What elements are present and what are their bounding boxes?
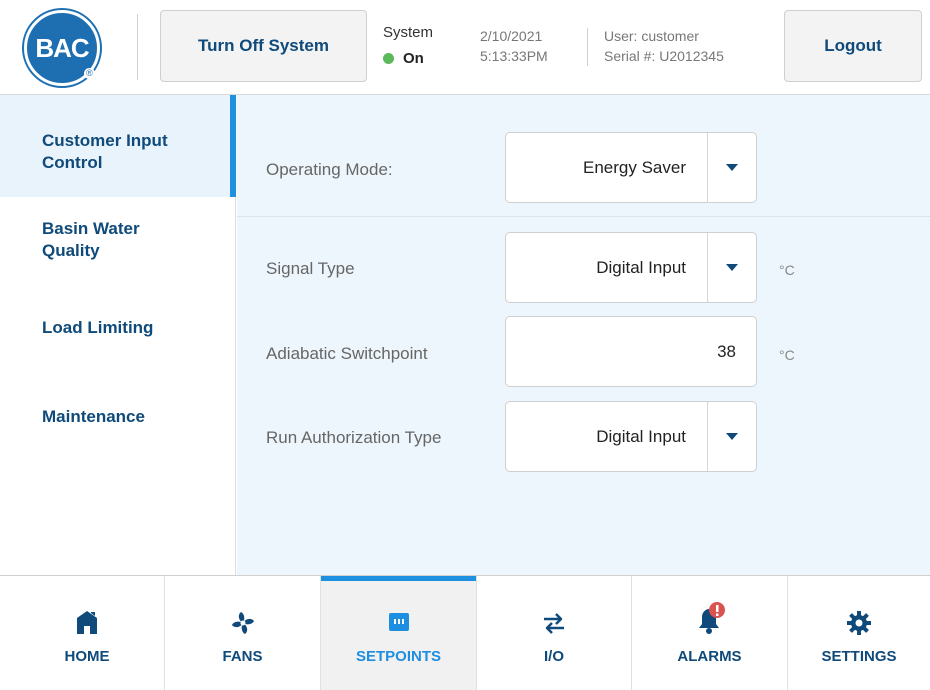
section-divider bbox=[237, 216, 930, 217]
user-info: User: customer Serial #: U2012345 bbox=[604, 26, 724, 66]
sidebar-item-load-limiting[interactable]: Load Limiting bbox=[0, 287, 236, 375]
system-state-text: On bbox=[403, 50, 424, 67]
sidebar-item-basin-water-quality[interactable]: Basin Water Quality bbox=[0, 197, 236, 287]
signal-type-label: Signal Type bbox=[266, 259, 355, 278]
fan-icon bbox=[165, 610, 320, 636]
header-divider bbox=[137, 14, 138, 80]
nav-label: I/O bbox=[543, 648, 564, 665]
nav-alarms[interactable]: ALARMS bbox=[632, 576, 788, 690]
operating-mode-select[interactable]: Energy Saver bbox=[505, 132, 757, 203]
run-authorization-type-label: Run Authorization Type bbox=[266, 428, 442, 447]
logo-text: BAC bbox=[35, 32, 89, 63]
run-authorization-type-value: Digital Input bbox=[596, 426, 686, 446]
bottom-nav: HOME FANS SETPOINTS I/O ALARMS SETTINGS bbox=[0, 575, 930, 690]
header-bar: BAC ® Turn Off System System On 2/10/202… bbox=[0, 0, 930, 95]
chevron-down-icon bbox=[726, 433, 738, 440]
datetime: 2/10/2021 5:13:33PM bbox=[480, 26, 548, 66]
turn-off-system-button[interactable]: Turn Off System bbox=[160, 10, 367, 82]
setpoints-icon bbox=[321, 610, 476, 636]
serial-text: Serial #: U2012345 bbox=[604, 48, 724, 64]
nav-label: SETTINGS bbox=[821, 648, 897, 665]
sidebar: Customer Input Control Basin Water Quali… bbox=[0, 95, 236, 575]
signal-type-unit: °C bbox=[779, 262, 795, 278]
run-authorization-type-select[interactable]: Digital Input bbox=[505, 401, 757, 472]
bell-alert-icon bbox=[632, 600, 787, 636]
date-text: 2/10/2021 bbox=[480, 28, 543, 44]
system-status: On bbox=[383, 50, 424, 67]
registered-mark-icon: ® bbox=[84, 68, 95, 79]
sidebar-item-customer-input-control[interactable]: Customer Input Control bbox=[0, 95, 236, 197]
operating-mode-label: Operating Mode: bbox=[266, 160, 393, 179]
sidebar-item-label: Load Limiting bbox=[42, 318, 154, 337]
nav-io[interactable]: I/O bbox=[477, 576, 632, 690]
signal-type-select[interactable]: Digital Input bbox=[505, 232, 757, 303]
time-text: 5:13:33PM bbox=[480, 48, 548, 64]
home-icon bbox=[10, 610, 164, 636]
select-divider bbox=[707, 402, 708, 471]
adiabatic-switchpoint-label: Adiabatic Switchpoint bbox=[266, 344, 428, 363]
adiabatic-switchpoint-value: 38 bbox=[717, 341, 736, 361]
nav-settings[interactable]: SETTINGS bbox=[788, 576, 930, 690]
signal-type-value: Digital Input bbox=[596, 257, 686, 277]
sidebar-item-maintenance[interactable]: Maintenance bbox=[0, 375, 236, 463]
status-dot-icon bbox=[383, 53, 394, 64]
adiabatic-switchpoint-unit: °C bbox=[779, 347, 795, 363]
nav-label: HOME bbox=[64, 648, 110, 665]
select-divider bbox=[707, 133, 708, 202]
gear-icon bbox=[788, 610, 930, 636]
nav-label: SETPOINTS bbox=[355, 648, 441, 665]
nav-home[interactable]: HOME bbox=[10, 576, 165, 690]
swap-arrows-icon bbox=[477, 610, 631, 636]
nav-fans[interactable]: FANS bbox=[165, 576, 321, 690]
setpoints-content: Operating Mode: Energy Saver Signal Type… bbox=[237, 95, 930, 575]
bac-logo: BAC ® bbox=[24, 10, 100, 86]
logout-button[interactable]: Logout bbox=[784, 10, 922, 82]
header-divider-small bbox=[587, 28, 588, 66]
sidebar-item-label: Maintenance bbox=[42, 407, 145, 426]
select-divider bbox=[707, 233, 708, 302]
nav-label: ALARMS bbox=[677, 648, 742, 665]
nav-setpoints[interactable]: SETPOINTS bbox=[321, 576, 477, 690]
sidebar-item-label: Basin Water Quality bbox=[42, 219, 140, 260]
chevron-down-icon bbox=[726, 264, 738, 271]
operating-mode-value: Energy Saver bbox=[583, 157, 686, 177]
adiabatic-switchpoint-input[interactable]: 38 bbox=[505, 316, 757, 387]
chevron-down-icon bbox=[726, 164, 738, 171]
nav-label: FANS bbox=[222, 648, 263, 665]
user-text: User: customer bbox=[604, 28, 699, 44]
sidebar-item-label: Customer Input Control bbox=[42, 131, 168, 172]
system-label: System bbox=[383, 24, 434, 41]
